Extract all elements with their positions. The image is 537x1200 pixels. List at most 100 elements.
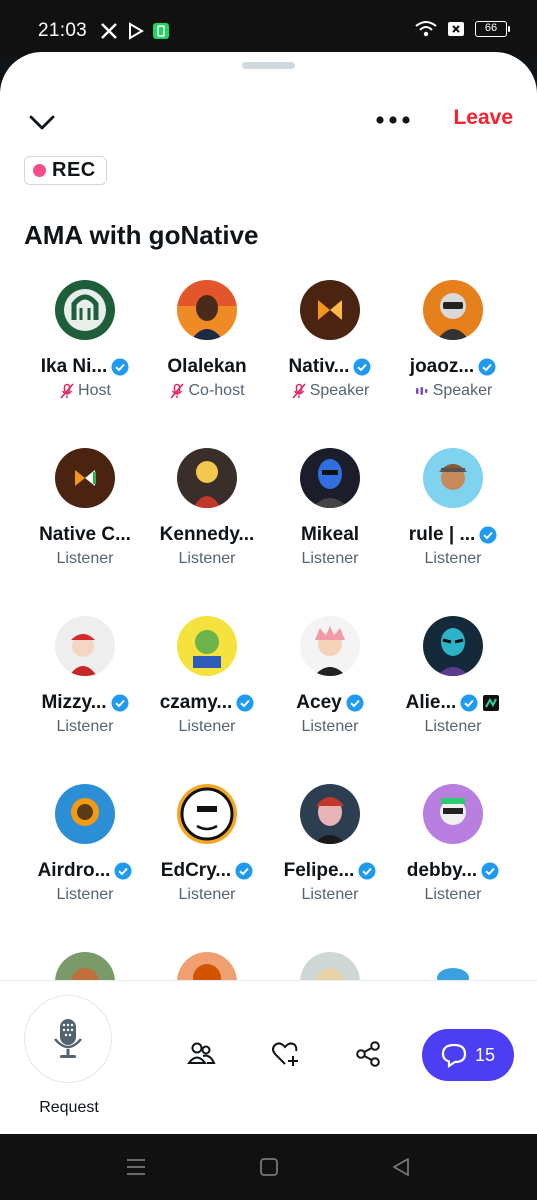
speaking-bars-icon (415, 387, 428, 395)
x-logo-icon (101, 23, 117, 39)
participant-role: Listener (424, 718, 482, 735)
verified-badge-icon (111, 694, 129, 712)
recording-badge: REC (24, 156, 107, 185)
participant-role: Listener (56, 886, 114, 903)
comments-count: 15 (474, 1044, 496, 1065)
participant-card[interactable]: Kennedy... Listener (146, 448, 268, 616)
participant-role: Listener (178, 718, 236, 735)
avatar (177, 784, 237, 844)
avatar (300, 616, 360, 676)
participant-card[interactable]: EdCry... Listener (146, 784, 268, 952)
participant-card[interactable]: Mizzy... Listener (24, 616, 146, 784)
participant-card[interactable]: Acey Listener (269, 616, 391, 784)
participant-name: rule | ... (408, 524, 476, 545)
chevron-down-icon[interactable] (26, 106, 58, 138)
status-time: 21:03 (38, 20, 88, 41)
verified-badge-icon (346, 694, 364, 712)
participant-role: Speaker (432, 382, 493, 399)
space-controls-bar: Request 15 (0, 980, 537, 1134)
participant-role: Speaker (309, 382, 370, 399)
participant-name: Nativ... (288, 356, 350, 377)
system-navigation-bar (0, 1134, 537, 1200)
heart-plus-icon[interactable] (270, 1039, 300, 1069)
avatar (177, 280, 237, 340)
participant-role: Listener (178, 886, 236, 903)
mic-off-icon (60, 383, 74, 399)
participant-card[interactable]: Mikeal Listener (269, 448, 391, 616)
request-label: Request (39, 1099, 99, 1116)
no-sim-icon (448, 22, 464, 36)
participant-role: Listener (424, 886, 482, 903)
verified-badge-icon (478, 358, 496, 376)
participant-role: Co-host (188, 382, 245, 399)
avatar (300, 784, 360, 844)
participant-role: Listener (178, 550, 236, 567)
verified-badge-icon (114, 862, 132, 880)
back-icon[interactable] (390, 1156, 412, 1178)
participant-card[interactable]: Olalekan Co-host (146, 280, 268, 448)
participant-name: Mizzy... (41, 692, 107, 713)
participant-name: Felipe... (283, 860, 355, 881)
participant-card[interactable]: Nativ... Speaker (269, 280, 391, 448)
participant-role: Listener (56, 550, 114, 567)
participant-name: Airdro... (37, 860, 111, 881)
participant-name: Alie... (405, 692, 457, 713)
participant-name: Olalekan (167, 356, 247, 377)
avatar (423, 448, 483, 508)
verified-badge-icon (358, 862, 376, 880)
participant-name: Kennedy... (159, 524, 255, 545)
request-mic-button[interactable] (24, 995, 112, 1083)
avatar (300, 448, 360, 508)
participant-role: Host (78, 382, 111, 399)
participant-role: Listener (301, 886, 359, 903)
avatar (55, 280, 115, 340)
participant-card[interactable]: Airdro... Listener (24, 784, 146, 952)
avatar (177, 448, 237, 508)
participant-card[interactable]: Ika Ni... Host (24, 280, 146, 448)
participant-name: Mikeal (300, 524, 360, 545)
people-icon[interactable] (186, 1039, 216, 1069)
space-title: AMA with goNative (24, 220, 259, 250)
participant-name: Ika Ni... (40, 356, 108, 377)
participant-card[interactable]: Felipe... Listener (269, 784, 391, 952)
recording-label: REC (52, 159, 96, 181)
participant-role: Listener (301, 550, 359, 567)
affiliate-badge-icon (483, 695, 500, 711)
more-options-icon[interactable] (374, 112, 412, 128)
participant-card[interactable]: Alie... Listener (392, 616, 514, 784)
avatar (300, 280, 360, 340)
participant-role: Listener (424, 550, 482, 567)
avatar (55, 616, 115, 676)
participant-role: Listener (301, 718, 359, 735)
verified-badge-icon (353, 358, 371, 376)
share-icon[interactable] (353, 1039, 383, 1069)
status-bar: 21:03 66 (0, 0, 537, 58)
avatar (423, 616, 483, 676)
leave-button[interactable]: Leave (453, 106, 513, 130)
home-icon[interactable] (258, 1156, 280, 1178)
participant-card[interactable]: debby... Listener (392, 784, 514, 952)
participant-card[interactable]: rule | ... Listener (392, 448, 514, 616)
comments-button[interactable]: 15 (422, 1029, 514, 1081)
play-store-icon (129, 22, 144, 40)
participant-card[interactable]: joaoz... Speaker (392, 280, 514, 448)
participant-name: joaoz... (409, 356, 475, 377)
verified-badge-icon (460, 694, 478, 712)
participant-name: czamy... (159, 692, 233, 713)
avatar (423, 280, 483, 340)
participant-card[interactable]: czamy... Listener (146, 616, 268, 784)
recent-apps-icon[interactable] (125, 1156, 147, 1178)
sheet-grabber-handle[interactable] (242, 62, 295, 69)
battery-indicator: 66 (475, 21, 510, 37)
participant-name: Acey (296, 692, 342, 713)
participant-name: Native C... (39, 524, 131, 545)
comment-bubble-icon (441, 1043, 467, 1068)
app-notification-icon (153, 23, 169, 39)
participant-card[interactable]: Native C... Listener (24, 448, 146, 616)
verified-badge-icon (481, 862, 499, 880)
participant-name: EdCry... (160, 860, 232, 881)
verified-badge-icon (235, 862, 253, 880)
wifi-icon (415, 21, 437, 37)
avatar (55, 448, 115, 508)
avatar (177, 616, 237, 676)
